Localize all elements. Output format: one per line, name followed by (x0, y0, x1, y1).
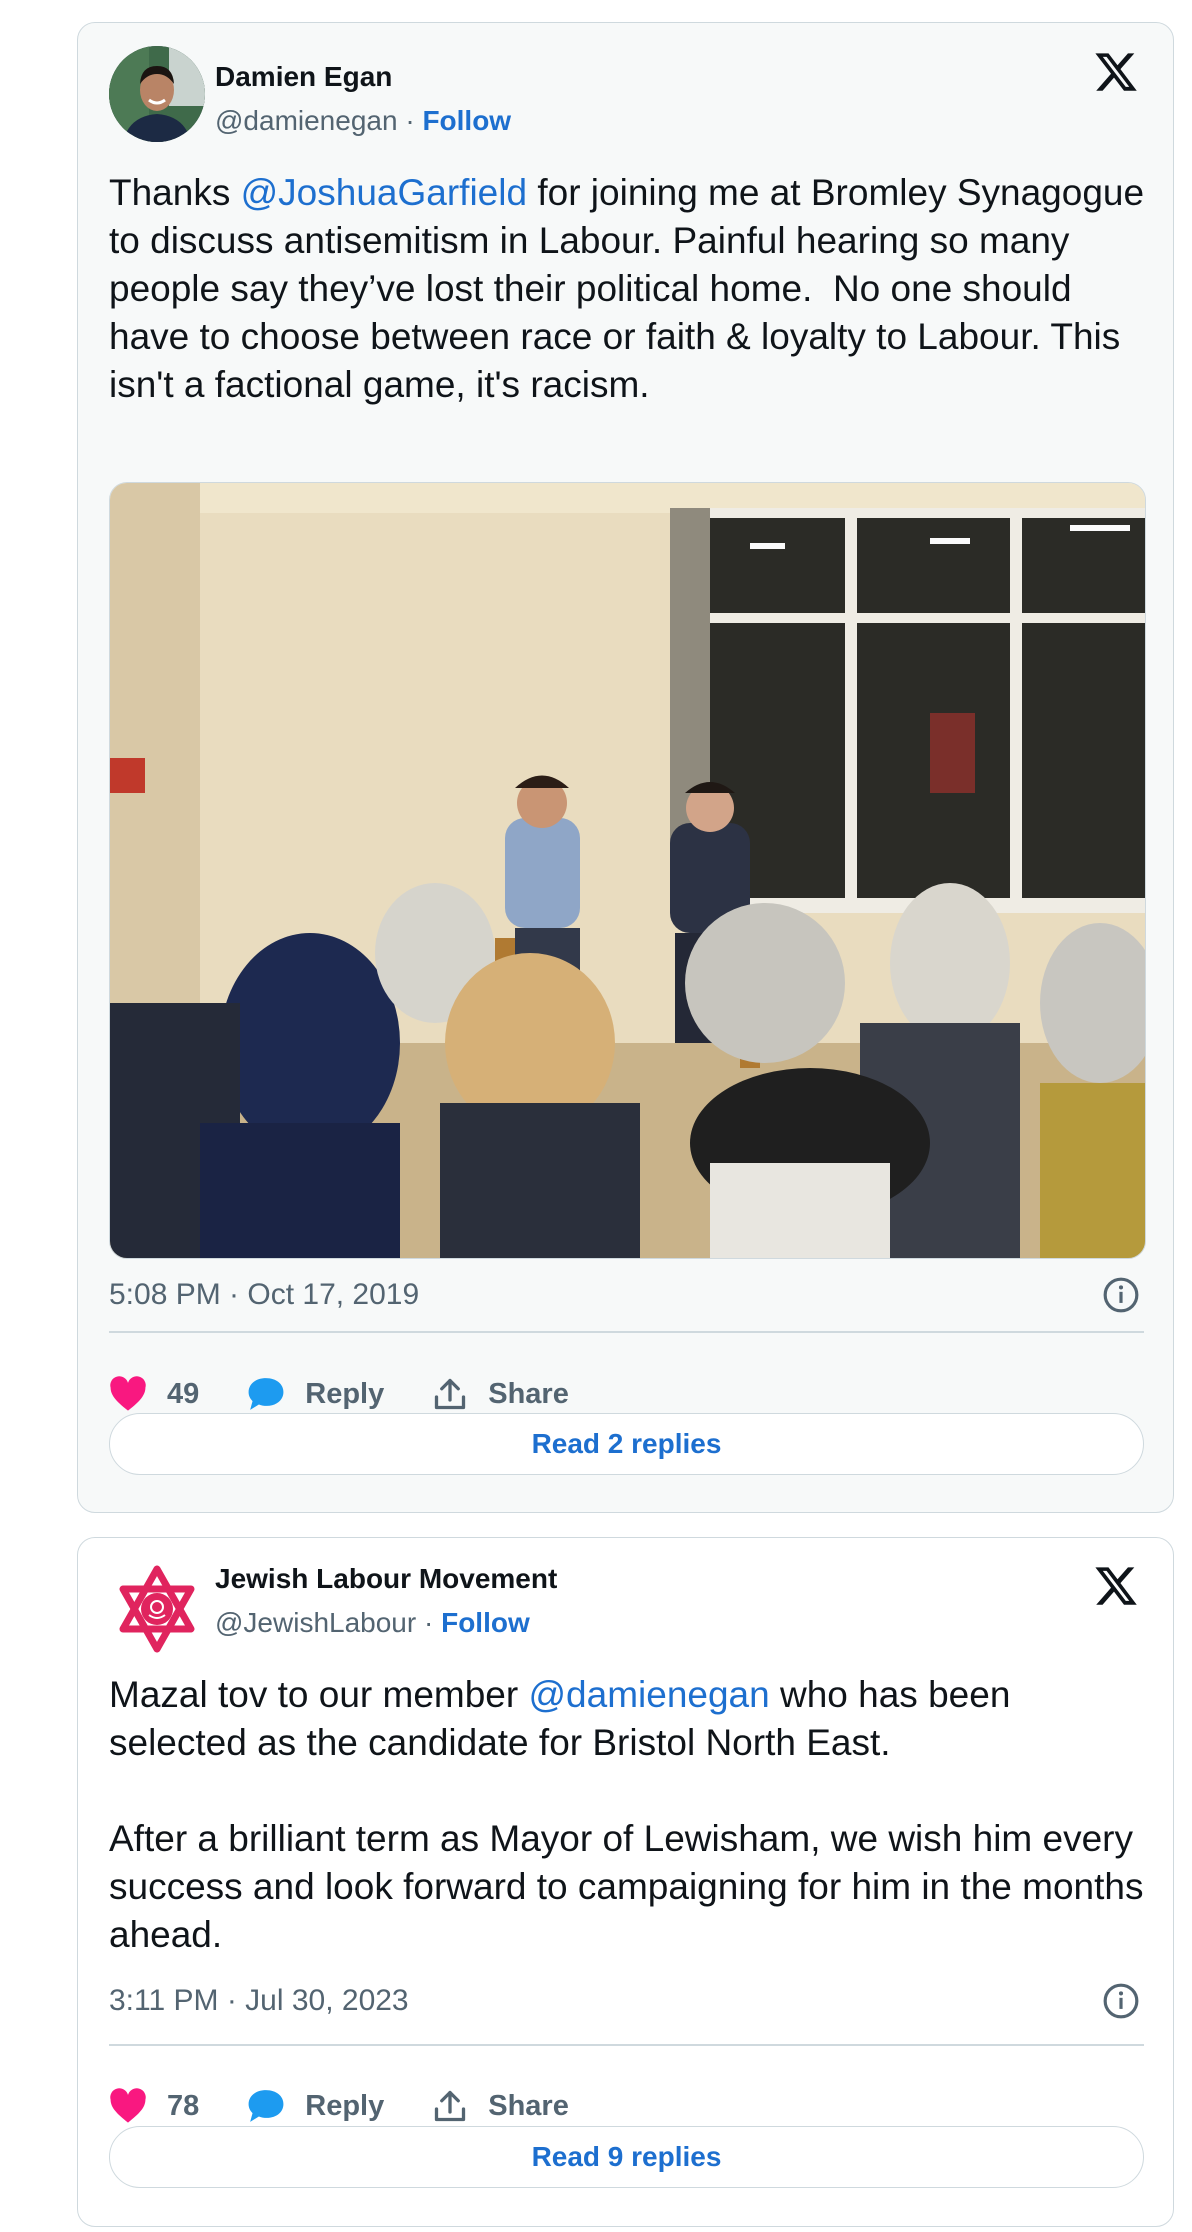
author-avatar[interactable] (109, 1561, 205, 1657)
tweet-photo[interactable] (109, 482, 1146, 1259)
tweet-timestamp[interactable]: 3:11 PM · Jul 30, 2023 (109, 1982, 409, 2020)
tweet-text-part: Mazal tov to our member (109, 1674, 529, 1715)
like-count: 49 (167, 1377, 200, 1410)
author-handle[interactable]: @damienegan (215, 105, 398, 136)
tweet-text-part: Thanks (109, 172, 241, 213)
info-icon[interactable] (1102, 1982, 1140, 2020)
read-replies-button[interactable]: Read 9 replies (109, 2126, 1144, 2188)
tweet-timestamp[interactable]: 5:08 PM · Oct 17, 2019 (109, 1276, 419, 1314)
separator: · (416, 1607, 442, 1638)
mention-link[interactable]: @damienegan (528, 1674, 769, 1715)
share-button[interactable]: Share (432, 2088, 569, 2124)
reply-button[interactable]: Reply (247, 1376, 384, 1412)
jlm-logo-icon (109, 1561, 205, 1657)
divider (109, 1331, 1144, 1333)
author-name[interactable]: Jewish Labour Movement (215, 1561, 557, 1597)
action-bar: 78 Reply Share (109, 2081, 617, 2131)
share-label: Share (488, 2089, 569, 2122)
reply-label: Reply (305, 1377, 385, 1410)
handle-row: @damienegan · Follow (215, 103, 511, 139)
action-bar: 49 Reply Share (109, 1369, 617, 1419)
handle-row: @JewishLabour · Follow (215, 1605, 530, 1641)
read-replies-button[interactable]: Read 2 replies (109, 1413, 1144, 1475)
heart-icon (110, 2088, 146, 2123)
tweet-text: Mazal tov to our member @damienegan who … (109, 1671, 1149, 1959)
heart-icon (110, 1376, 146, 1411)
follow-button[interactable]: Follow (441, 1607, 530, 1638)
tweet-text: Thanks @JoshuaGarfield for joining me at… (109, 169, 1149, 409)
share-button[interactable]: Share (432, 1376, 569, 1412)
separator: · (397, 105, 423, 136)
share-upload-icon (435, 1378, 466, 1410)
divider (109, 2044, 1144, 2046)
like-button[interactable]: 78 (109, 2088, 199, 2124)
like-count: 78 (167, 2089, 200, 2122)
share-label: Share (488, 1377, 569, 1410)
author-name[interactable]: Damien Egan (215, 59, 392, 95)
tweet-card: Damien Egan @damienegan · Follow Thanks … (77, 22, 1174, 1513)
speech-bubble-icon (248, 1378, 284, 1410)
reply-label: Reply (305, 2089, 385, 2122)
tweet-text-part: who has been selected as the candidate f… (109, 1674, 1144, 1955)
follow-button[interactable]: Follow (422, 105, 511, 136)
x-logo-icon[interactable] (1093, 49, 1139, 95)
author-handle[interactable]: @JewishLabour (215, 1607, 416, 1638)
speech-bubble-icon (248, 2090, 284, 2122)
tweet-card: Jewish Labour Movement @JewishLabour · F… (77, 1537, 1174, 2227)
reply-button[interactable]: Reply (247, 2088, 384, 2124)
author-avatar[interactable] (109, 46, 205, 142)
like-button[interactable]: 49 (109, 1376, 199, 1412)
info-icon[interactable] (1102, 1276, 1140, 1314)
share-upload-icon (435, 2090, 466, 2122)
mention-link[interactable]: @JoshuaGarfield (241, 172, 527, 213)
x-logo-icon[interactable] (1093, 1563, 1139, 1609)
